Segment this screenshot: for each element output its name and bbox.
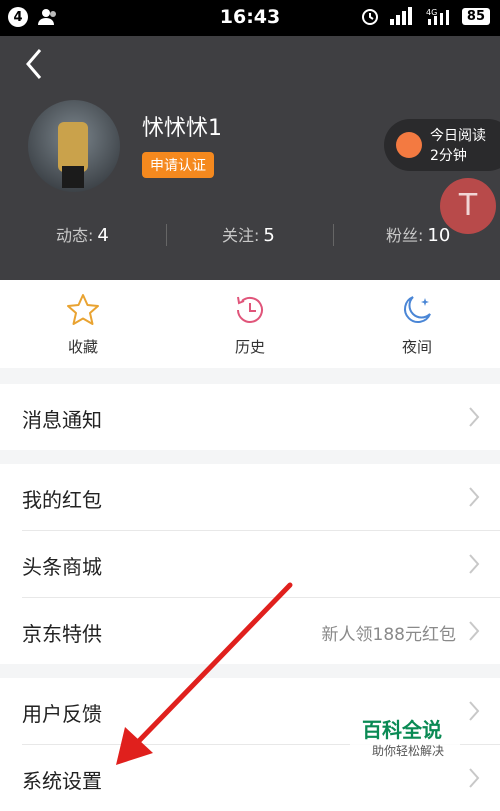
chevron-right-icon: [469, 701, 480, 721]
battery-indicator: 85: [461, 7, 490, 25]
avatar[interactable]: [28, 100, 120, 192]
clock-icon: [237, 296, 263, 323]
menu-item-jd-special[interactable]: 京东特供 新人领188元红包: [22, 598, 500, 664]
chevron-right-icon: [469, 407, 480, 427]
alarm-icon: [361, 9, 378, 25]
reading-time-pill[interactable]: 今日阅读 2分钟: [384, 119, 500, 171]
divider: [333, 224, 334, 246]
watermark-title: 百科全说: [362, 718, 442, 742]
back-arrow-icon[interactable]: [20, 44, 52, 84]
chevron-right-icon: [469, 487, 480, 507]
quick-actions: 收藏 历史 夜间: [0, 280, 500, 368]
profile-header: 怵怵怵1 申请认证 今日阅读 2分钟 T 动态: 4 关注: 5 粉丝: 10: [0, 36, 500, 280]
menu-group-notifications: 消息通知: [0, 384, 500, 450]
menu-item-red-packet[interactable]: 我的红包: [22, 464, 500, 531]
jd-promo-text: 新人领188元红包: [321, 625, 456, 645]
menu-group-shopping: 我的红包 头条商城 京东特供 新人领188元红包: [0, 464, 500, 664]
chevron-right-icon: [469, 554, 480, 574]
stat-following[interactable]: 关注: 5: [222, 222, 275, 246]
watermark-subtitle: 助你轻松解决: [372, 744, 445, 758]
stat-posts[interactable]: 动态: 4: [56, 222, 109, 246]
apply-certification-button[interactable]: 申请认证: [142, 152, 214, 178]
favorites-button[interactable]: 收藏: [0, 280, 166, 368]
status-bar: 4 16:43 4G 85: [0, 0, 500, 36]
signal-icon: [389, 7, 412, 25]
history-button[interactable]: 历史: [167, 280, 333, 368]
username[interactable]: 怵怵怵1: [142, 110, 222, 142]
divider: [166, 224, 167, 246]
night-mode-button[interactable]: 夜间: [334, 280, 500, 368]
svg-text:4G: 4G: [426, 8, 437, 17]
reading-label: 今日阅读: [430, 128, 486, 144]
menu-item-mall[interactable]: 头条商城: [22, 531, 500, 598]
star-icon: [67, 294, 99, 325]
reading-duration: 2分钟: [430, 148, 467, 164]
reading-icon: [396, 132, 422, 158]
stat-followers[interactable]: 粉丝: 10: [386, 222, 450, 246]
chevron-right-icon: [469, 768, 480, 788]
menu-item-notifications[interactable]: 消息通知: [22, 384, 500, 450]
network-4g-icon: 4G: [426, 8, 449, 25]
chevron-right-icon: [469, 621, 480, 641]
watermark-logo: 百科全说 助你轻松解决: [350, 706, 460, 766]
stats-row: 动态: 4 关注: 5 粉丝: 10: [0, 222, 500, 252]
moon-icon: [404, 296, 431, 323]
